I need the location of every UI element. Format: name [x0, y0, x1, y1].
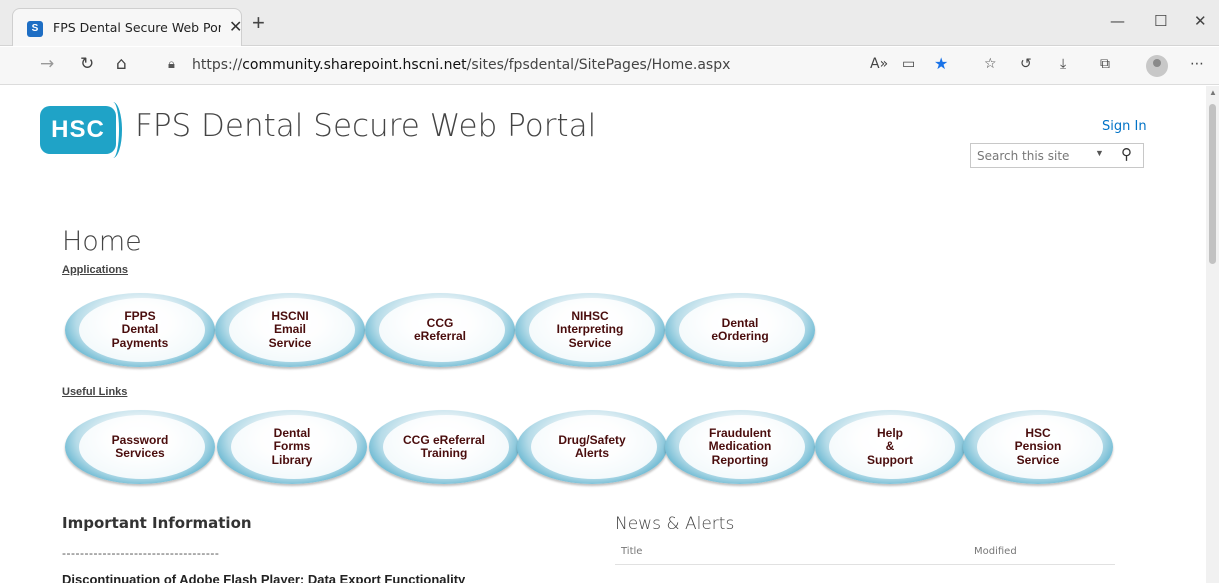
ccg-ereferral-button[interactable]: CCG eReferral — [365, 293, 515, 367]
button-label: Help & Support — [867, 425, 913, 467]
more-menu-icon[interactable]: ⋯ — [1190, 56, 1204, 72]
button-label: Drug/Safety Alerts — [558, 432, 626, 460]
divider-dashes: ----------------------------------- — [62, 546, 220, 560]
useful-links-link[interactable]: Useful Links — [62, 386, 127, 398]
button-label: HSC Pension Service — [1014, 425, 1062, 467]
dental-forms-library-button[interactable]: Dental Forms Library — [217, 410, 367, 484]
profile-avatar[interactable] — [1146, 55, 1168, 77]
new-tab-icon[interactable]: + — [252, 10, 265, 36]
sign-in-link[interactable]: Sign In — [1102, 119, 1147, 134]
hsc-pension-service-button[interactable]: HSC Pension Service — [963, 410, 1113, 484]
button-label: Password Services — [111, 432, 169, 460]
search-icon[interactable]: ⚲ — [1121, 145, 1132, 163]
button-label: CCG eReferral Training — [402, 432, 486, 460]
maximize-icon[interactable]: ☐ — [1154, 12, 1167, 30]
history-icon[interactable]: ↺ — [1020, 56, 1032, 72]
collections-icon[interactable]: ⧉ — [1100, 56, 1110, 72]
close-window-icon[interactable]: ✕ — [1194, 12, 1207, 30]
refresh-icon[interactable]: ↻ — [80, 54, 94, 74]
button-label: Fraudulent Medication Reporting — [708, 425, 772, 467]
button-label: HSCNI Email Service — [268, 308, 312, 350]
news-column-title[interactable]: Title — [621, 546, 642, 557]
button-label: Dental eOrdering — [711, 315, 769, 343]
password-services-button[interactable]: Password Services — [65, 410, 215, 484]
download-icon[interactable]: ⤓ — [1060, 56, 1066, 72]
search-input[interactable] — [971, 144, 1091, 167]
help-support-button[interactable]: Help & Support — [815, 410, 965, 484]
page-title: Home — [62, 226, 142, 257]
scroll-up-icon[interactable]: ▲ — [1209, 88, 1217, 97]
forward-icon[interactable]: → — [40, 54, 54, 74]
browser-tab[interactable]: S FPS Dental Secure Web Portal - H ✕ — [12, 8, 242, 46]
search-scope-dropdown-icon[interactable]: ▼ — [1095, 148, 1104, 158]
fpps-dental-payments-button[interactable]: FPPS Dental Payments — [65, 293, 215, 367]
lock-icon[interactable]: 🔒︎ — [168, 56, 175, 72]
news-header-divider — [615, 564, 1115, 565]
close-tab-icon[interactable]: ✕ — [229, 17, 242, 37]
news-column-modified[interactable]: Modified — [974, 546, 1017, 557]
sharepoint-favicon-icon: S — [27, 21, 43, 37]
fraudulent-medication-reporting-button[interactable]: Fraudulent Medication Reporting — [665, 410, 815, 484]
favorite-star-icon[interactable]: ★ — [934, 54, 948, 73]
browser-tab-bar: S FPS Dental Secure Web Portal - H ✕ + —… — [0, 0, 1219, 46]
important-item-title[interactable]: Discontinuation of Adobe Flash Player: D… — [62, 572, 465, 583]
read-aloud-icon[interactable]: A» — [870, 56, 888, 72]
button-label: FPPS Dental Payments — [111, 308, 169, 350]
url-field[interactable]: 🔒︎ https://community.sharepoint.hscni.ne… — [150, 51, 970, 81]
minimize-icon[interactable]: — — [1110, 12, 1125, 30]
drug-safety-alerts-button[interactable]: Drug/Safety Alerts — [517, 410, 667, 484]
button-label: Dental Forms Library — [271, 425, 313, 467]
hscni-email-service-button[interactable]: HSCNI Email Service — [215, 293, 365, 367]
page-content: HSC FPS Dental Secure Web Portal Sign In… — [0, 86, 1205, 583]
url-text[interactable]: https://community.sharepoint.hscni.net/s… — [192, 57, 730, 73]
immersive-reader-icon[interactable]: ▭ — [902, 56, 915, 72]
important-information-heading: Important Information — [62, 514, 252, 532]
button-label: NIHSC Interpreting Service — [556, 308, 624, 350]
tab-title: FPS Dental Secure Web Portal - H — [53, 20, 221, 35]
nihsc-interpreting-service-button[interactable]: NIHSC Interpreting Service — [515, 293, 665, 367]
home-icon[interactable]: ⌂ — [116, 54, 127, 74]
site-title[interactable]: FPS Dental Secure Web Portal — [135, 108, 596, 144]
logo-swoosh — [104, 102, 122, 158]
address-bar: → ↻ ⌂ 🔒︎ https://community.sharepoint.hs… — [0, 47, 1219, 85]
search-box: ▼ ⚲ — [970, 143, 1144, 168]
page-scrollbar[interactable]: ▲ — [1206, 86, 1219, 583]
button-label: CCG eReferral — [413, 315, 467, 343]
favorites-icon[interactable]: ☆ — [984, 56, 997, 72]
applications-link[interactable]: Applications — [62, 264, 128, 276]
news-alerts-heading: News & Alerts — [615, 514, 735, 534]
dental-eordering-button[interactable]: Dental eOrdering — [665, 293, 815, 367]
scroll-thumb[interactable] — [1209, 104, 1216, 264]
ccg-ereferral-training-button[interactable]: CCG eReferral Training — [369, 410, 519, 484]
